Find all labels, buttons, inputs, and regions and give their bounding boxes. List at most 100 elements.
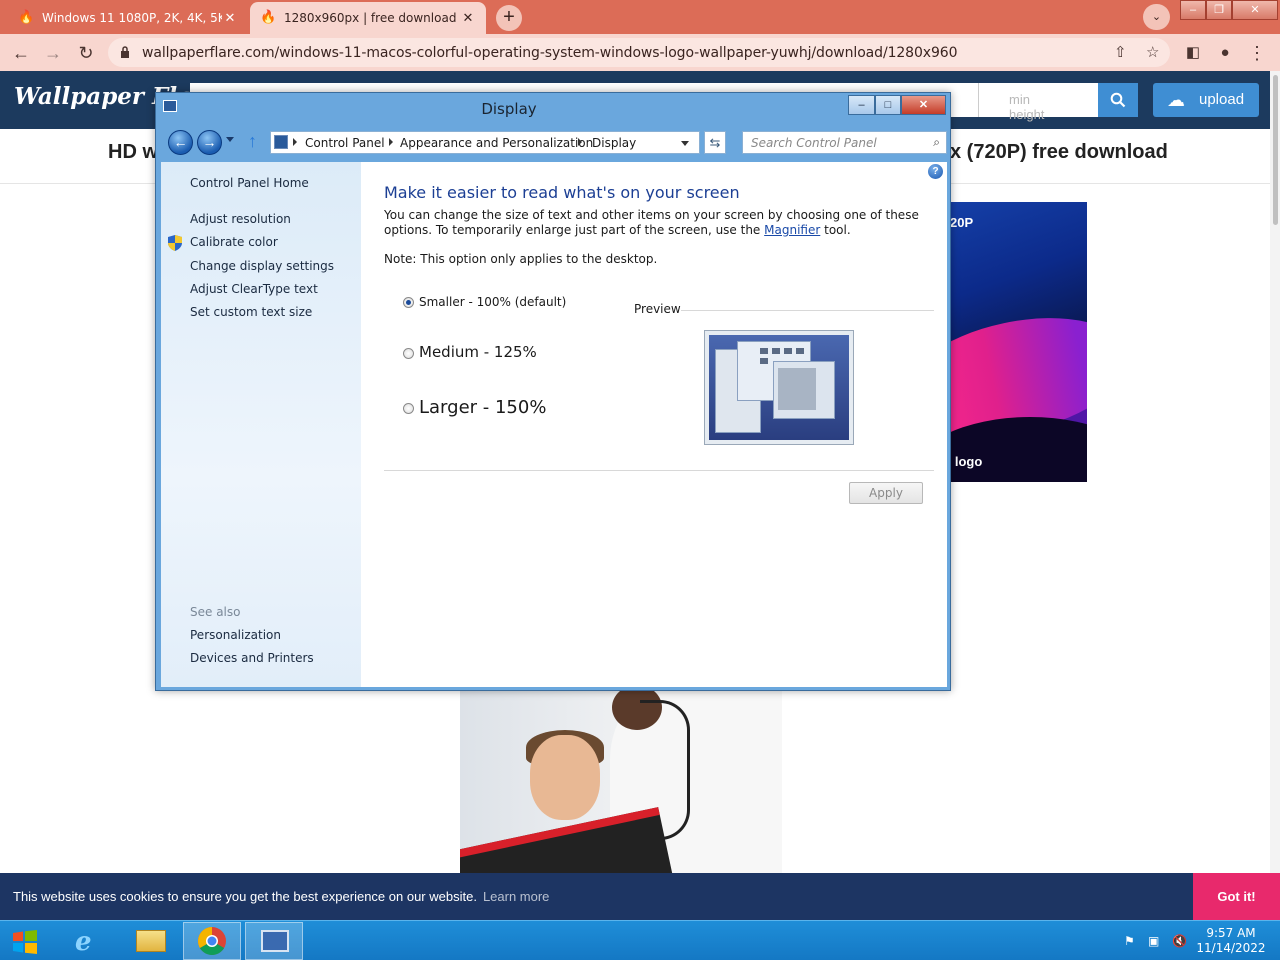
- preview-tile: [772, 348, 780, 354]
- tab-1280x960[interactable]: 🔥 1280x960px | free download | HD ✕: [250, 2, 486, 34]
- breadcrumb-control-panel[interactable]: Control Panel: [305, 136, 385, 150]
- search-placeholder: Search Control Panel: [751, 136, 877, 150]
- profile-icon[interactable]: ●: [1212, 40, 1238, 66]
- address-breadcrumb[interactable]: Control Panel Appearance and Personaliza…: [270, 131, 700, 154]
- medium-radio[interactable]: [403, 348, 414, 359]
- chrome-icon[interactable]: [183, 922, 241, 960]
- site-search-button[interactable]: [1098, 83, 1138, 117]
- internet-explorer-icon[interactable]: e: [60, 922, 118, 960]
- action-center-flag-icon[interactable]: ⚑: [1124, 934, 1140, 948]
- desktop-note: Note: This option only applies to the de…: [384, 252, 658, 266]
- preview-tile: [784, 348, 792, 354]
- window-maximize-button[interactable]: □: [875, 95, 901, 115]
- preview-image: [704, 330, 854, 445]
- breadcrumb-appearance[interactable]: Appearance and Personalization: [400, 136, 593, 150]
- reload-icon[interactable]: ↻: [73, 40, 99, 66]
- wallpaper-preview-image[interactable]: 20P s logo: [940, 202, 1087, 482]
- change-display-settings-link[interactable]: Change display settings: [190, 259, 334, 273]
- window-close-button[interactable]: ✕: [901, 95, 946, 115]
- page-heading: Make it easier to read what's on your sc…: [384, 183, 740, 202]
- cookie-text: This website uses cookies to ensure you …: [13, 889, 477, 904]
- preview-tile: [796, 348, 804, 354]
- preview-divider: [681, 310, 934, 311]
- breadcrumb-chevron-icon[interactable]: [293, 138, 297, 146]
- browser-toolbar: ← → ↻ wallpaperflare.com/windows-11-maco…: [0, 34, 1280, 71]
- side-panel-icon[interactable]: ◧: [1180, 40, 1206, 66]
- help-icon[interactable]: ?: [928, 164, 943, 179]
- smaller-radio[interactable]: [403, 297, 414, 308]
- windows-taskbar: e ⚑ ▣ 🔇 9:57 AM 11/14/2022: [0, 920, 1280, 960]
- personalization-link[interactable]: Personalization: [190, 628, 281, 642]
- wallpaper-shape: [940, 417, 1087, 482]
- content-divider: [384, 470, 934, 471]
- up-arrow-icon[interactable]: ↑: [248, 131, 257, 152]
- tab-search-chevron-icon[interactable]: ⌄: [1143, 4, 1170, 30]
- breadcrumb-display[interactable]: Display: [592, 136, 636, 150]
- preview-tile: [760, 358, 768, 364]
- search-icon[interactable]: ⌕: [933, 135, 940, 150]
- window-title-bar[interactable]: Display – □ ✕: [156, 93, 950, 123]
- tab-close-icon[interactable]: ✕: [460, 11, 476, 26]
- medium-option-label[interactable]: Medium - 125%: [419, 343, 537, 361]
- network-icon[interactable]: ▣: [1148, 934, 1164, 948]
- menu-dots-icon[interactable]: ⋮: [1244, 40, 1270, 66]
- apply-button[interactable]: Apply: [849, 482, 923, 504]
- min-height-input[interactable]: min height: [978, 83, 1098, 122]
- page-scrollbar-thumb[interactable]: [1273, 75, 1278, 225]
- control-panel-home-link[interactable]: Control Panel Home: [190, 176, 309, 190]
- advertisement-image[interactable]: [460, 690, 782, 873]
- clock-date: 11/14/2022: [1196, 941, 1266, 955]
- preview-label: Preview: [634, 302, 681, 316]
- recent-pages-chevron-icon[interactable]: [226, 137, 234, 142]
- upload-button[interactable]: ☁ upload: [1153, 83, 1259, 117]
- learn-more-link[interactable]: Learn more: [483, 889, 549, 904]
- browser-restore-button[interactable]: ❐: [1206, 0, 1232, 20]
- devices-and-printers-link[interactable]: Devices and Printers: [190, 651, 314, 665]
- new-tab-button[interactable]: +: [496, 5, 522, 31]
- set-custom-text-size-link[interactable]: Set custom text size: [190, 305, 312, 319]
- magnifier-link[interactable]: Magnifier: [764, 223, 820, 237]
- bookmark-star-icon[interactable]: ☆: [1146, 43, 1159, 61]
- back-arrow-icon[interactable]: ←: [8, 40, 34, 66]
- search-icon: [1110, 92, 1126, 108]
- control-panel-icon[interactable]: [245, 922, 303, 960]
- volume-muted-icon[interactable]: 🔇: [1172, 934, 1188, 948]
- breadcrumb-chevron-icon[interactable]: [389, 138, 393, 146]
- file-explorer-icon[interactable]: [122, 922, 180, 960]
- tab-title: 1280x960px | free download | HD: [284, 11, 460, 25]
- browser-minimize-button[interactable]: –: [1180, 0, 1206, 20]
- share-icon[interactable]: ⇧: [1114, 43, 1127, 61]
- larger-option-label[interactable]: Larger - 150%: [419, 397, 546, 418]
- wallpaperflare-favicon-icon: 🔥: [260, 10, 277, 25]
- forward-arrow-icon[interactable]: →: [197, 130, 222, 155]
- clock-time: 9:57 AM: [1206, 926, 1256, 940]
- page-description: You can change the size of text and othe…: [384, 208, 929, 238]
- cookie-banner: This website uses cookies to ensure you …: [0, 873, 1280, 920]
- tab-close-icon[interactable]: ✕: [222, 11, 238, 26]
- adjust-cleartype-link[interactable]: Adjust ClearType text: [190, 282, 318, 296]
- ad-boy-face: [530, 735, 600, 820]
- calibrate-color-link[interactable]: Calibrate color: [190, 235, 278, 249]
- navigation-bar: ← → ↑ Control Panel Appearance and Perso…: [160, 128, 947, 158]
- tab-windows-11[interactable]: 🔥 Windows 11 1080P, 2K, 4K, 5K HD ✕: [8, 2, 248, 34]
- cookie-accept-button[interactable]: Got it!: [1193, 873, 1280, 920]
- address-bar[interactable]: wallpaperflare.com/windows-11-macos-colo…: [108, 38, 1170, 67]
- refresh-icon[interactable]: ⇆: [704, 131, 726, 154]
- search-control-panel-input[interactable]: Search Control Panel ⌕: [742, 131, 947, 154]
- browser-close-button[interactable]: ✕: [1232, 0, 1278, 20]
- larger-radio[interactable]: [403, 403, 414, 414]
- smaller-option-label[interactable]: Smaller - 100% (default): [419, 295, 566, 309]
- url-text: wallpaperflare.com/windows-11-macos-colo…: [142, 45, 958, 61]
- back-arrow-icon[interactable]: ←: [168, 130, 193, 155]
- adjust-resolution-link[interactable]: Adjust resolution: [190, 212, 291, 226]
- tab-title: Windows 11 1080P, 2K, 4K, 5K HD: [42, 11, 222, 25]
- window-minimize-button[interactable]: –: [848, 95, 875, 115]
- breadcrumb-chevron-icon[interactable]: [578, 138, 582, 146]
- address-dropdown-icon[interactable]: [681, 141, 689, 146]
- system-clock[interactable]: 9:57 AM 11/14/2022: [1196, 926, 1266, 956]
- see-also-heading: See also: [190, 605, 241, 619]
- chrome-logo: [198, 927, 226, 955]
- forward-arrow-icon[interactable]: →: [40, 40, 66, 66]
- ie-glyph: e: [75, 927, 92, 957]
- start-icon[interactable]: [12, 930, 38, 954]
